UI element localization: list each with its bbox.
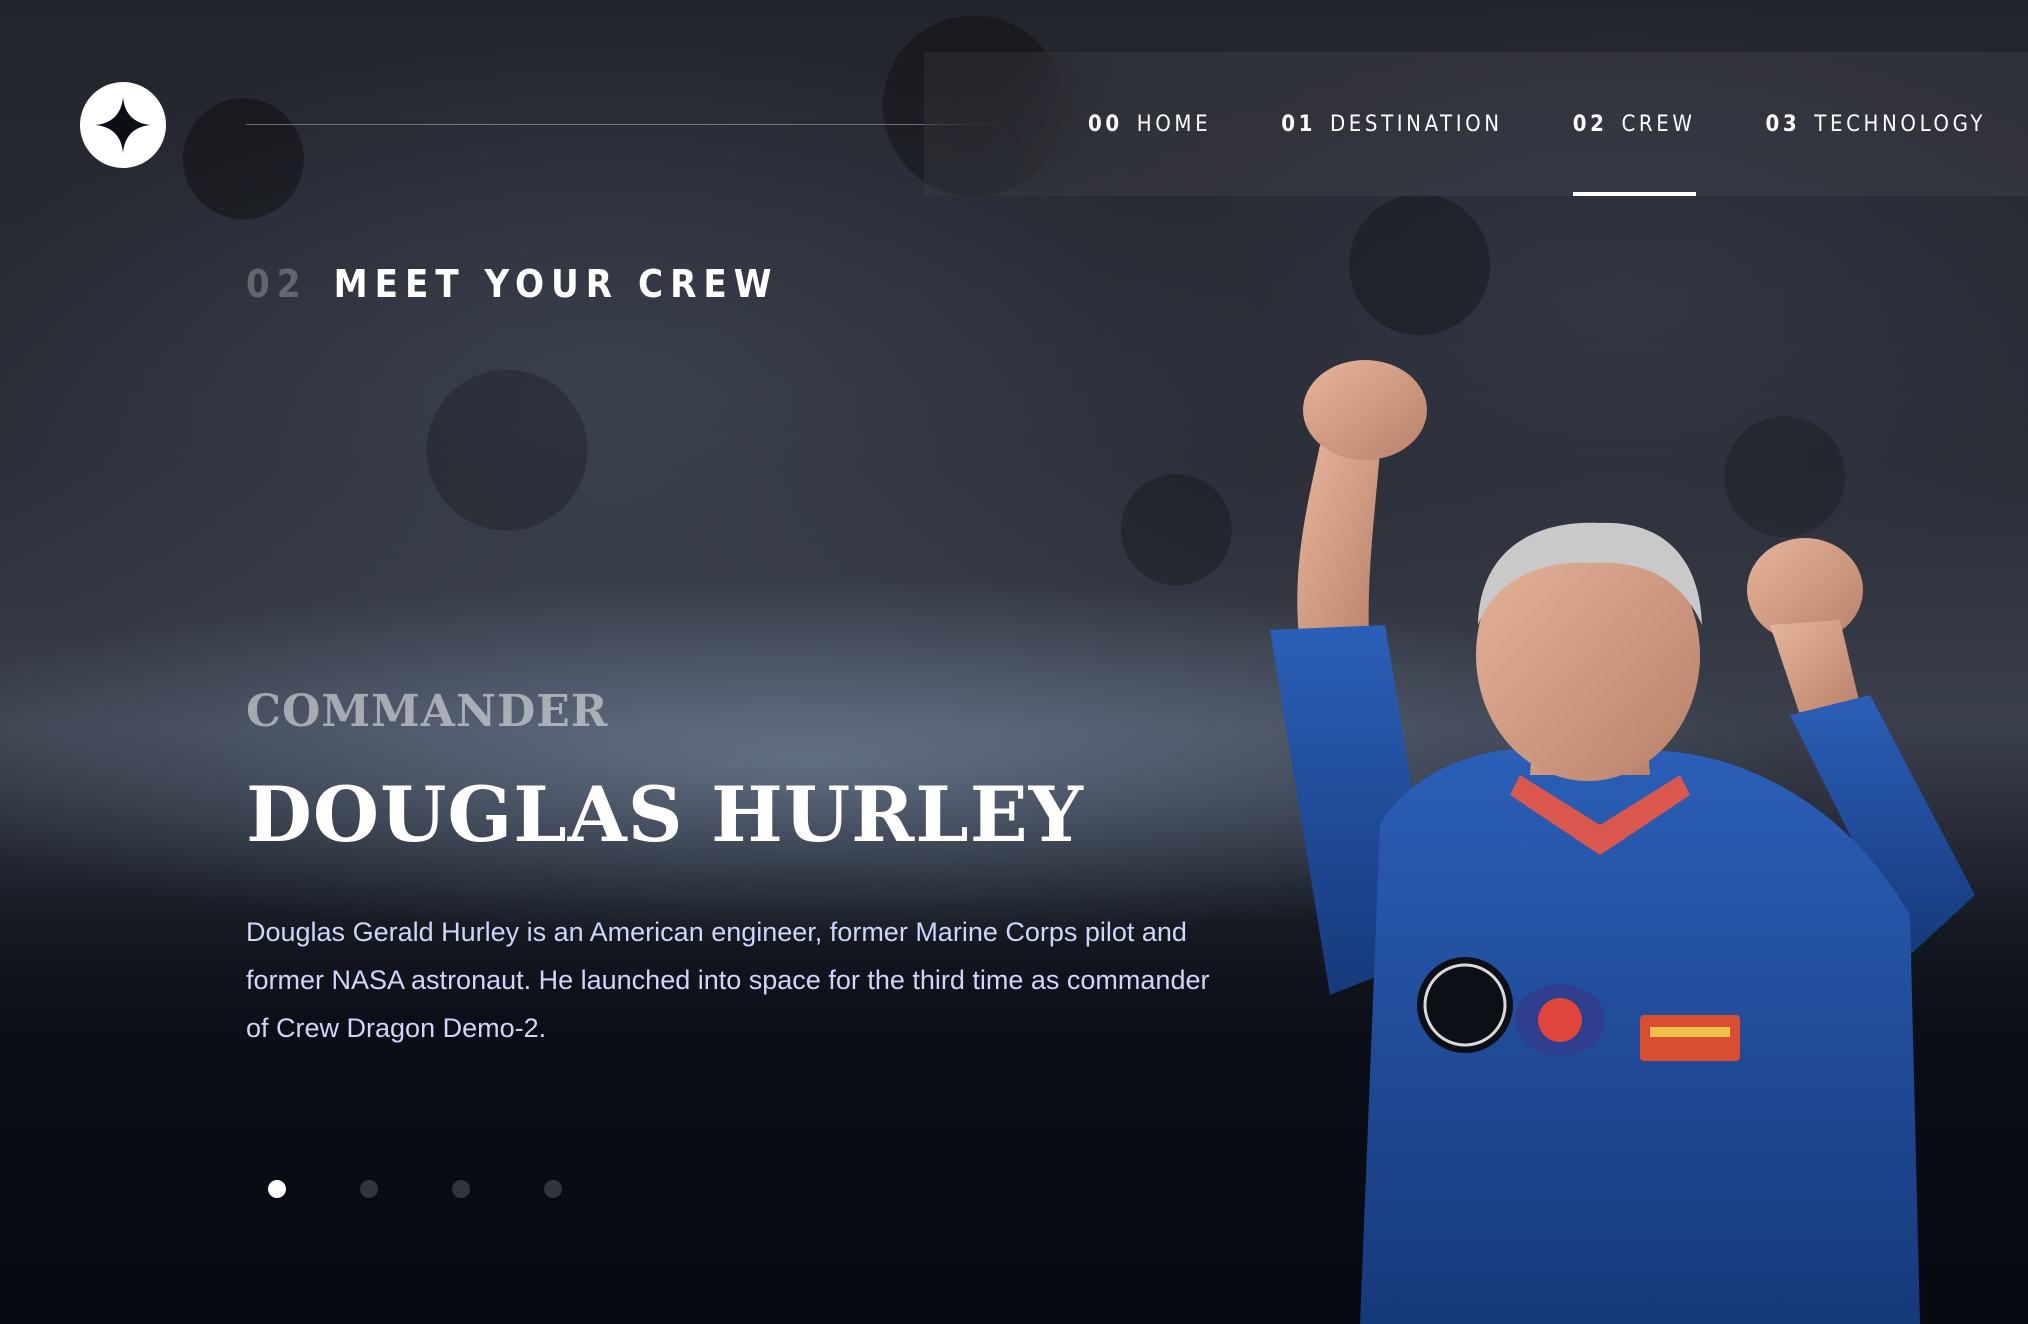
- nav-item-destination[interactable]: 01 DESTINATION: [1281, 52, 1503, 196]
- nav-item-technology[interactable]: 03 TECHNOLOGY: [1766, 52, 1987, 196]
- nav-item-label: TECHNOLOGY: [1814, 111, 1987, 137]
- slider-dot-2[interactable]: [360, 1180, 378, 1198]
- nav-item-label: DESTINATION: [1329, 111, 1503, 137]
- nav-item-crew[interactable]: 02 CREW: [1572, 52, 1696, 196]
- nav-item-label: HOME: [1136, 111, 1212, 137]
- nav-item-number: 00: [1088, 111, 1123, 137]
- slider-dot-4[interactable]: [544, 1180, 562, 1198]
- page-title: 02 MEET YOUR CREW: [246, 262, 778, 306]
- crew-bio: Douglas Gerald Hurley is an American eng…: [246, 917, 1210, 1043]
- crew-image: [1270, 360, 1975, 1324]
- crew-role: Commander: [246, 686, 609, 737]
- star-logo-icon: [95, 97, 151, 153]
- header-divider: [246, 124, 1006, 125]
- page-title-text: MEET YOUR CREW: [333, 262, 779, 306]
- logo[interactable]: [80, 82, 166, 168]
- nav-item-home[interactable]: 00 HOME: [1088, 52, 1211, 196]
- slider-dot-3[interactable]: [452, 1180, 470, 1198]
- page-title-number: 02: [246, 262, 308, 306]
- nav-item-label: CREW: [1621, 111, 1696, 137]
- crew-name: Douglas Hurley: [246, 770, 1084, 859]
- nav-item-number: 02: [1572, 111, 1608, 137]
- main-nav: 00 HOME 01 DESTINATION 02 CREW 03 TECHNO…: [924, 52, 2028, 196]
- nav-item-number: 01: [1281, 111, 1316, 137]
- crew-slider-dots: [268, 1180, 562, 1198]
- slider-dot-1[interactable]: [268, 1180, 286, 1198]
- nav-item-number: 03: [1765, 111, 1801, 137]
